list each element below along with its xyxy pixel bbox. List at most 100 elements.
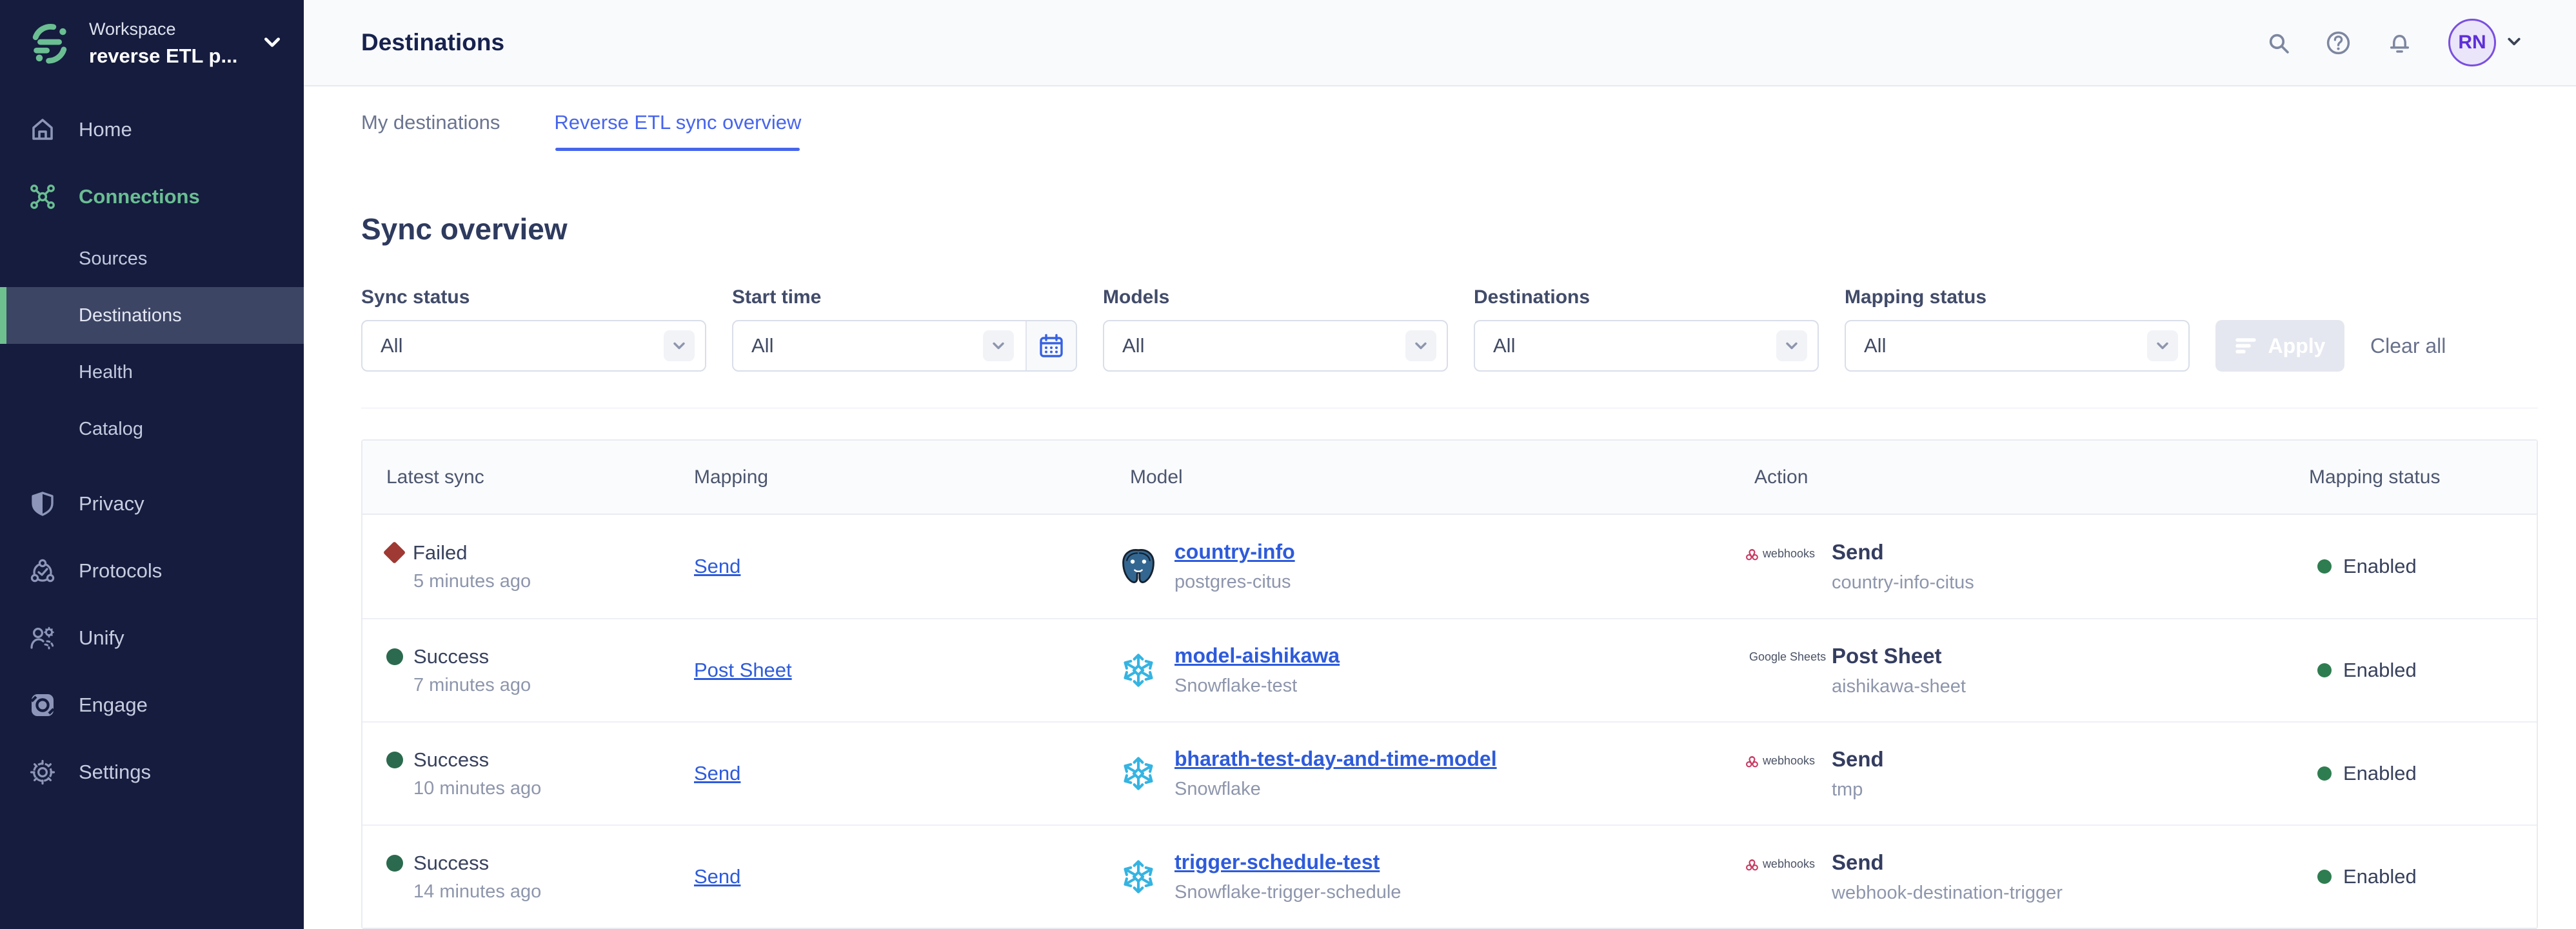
enabled-dot-icon (2317, 766, 2332, 781)
clear-all-link[interactable]: Clear all (2370, 320, 2446, 372)
sync-status-label: Success (413, 852, 489, 875)
model-link[interactable]: bharath-test-day-and-time-model (1174, 747, 1497, 771)
sidebar-item-privacy[interactable]: Privacy (0, 470, 304, 537)
sidebar-nav: Home Connections Sources Destinations He… (0, 96, 304, 806)
enabled-dot-icon (2317, 870, 2332, 884)
sync-status-select[interactable]: All (361, 320, 706, 372)
select-value: All (362, 334, 402, 357)
column-header-mapping: Mapping (689, 466, 1119, 488)
models-select[interactable]: All (1103, 320, 1448, 372)
column-header-model: Model (1119, 466, 1743, 488)
success-status-icon (386, 648, 403, 665)
calendar-icon[interactable] (1025, 321, 1076, 370)
model-link[interactable]: trigger-schedule-test (1174, 850, 1401, 874)
snowflake-icon (1119, 651, 1158, 690)
chevron-down-icon (263, 34, 282, 54)
mapping-link[interactable]: Send (694, 555, 740, 577)
workspace-switcher[interactable]: Workspace reverse ETL p... (0, 0, 304, 68)
mapping-cell: Post Sheet (689, 659, 1119, 682)
filter-start-time: Start time All (732, 286, 1077, 372)
mapping-link[interactable]: Post Sheet (694, 659, 792, 681)
mapping-link[interactable]: Send (694, 762, 740, 784)
filter-label: Sync status (361, 286, 706, 308)
failed-status-icon (383, 541, 406, 564)
main-area: Destinations RN My destinations Reverse … (304, 0, 2576, 929)
sidebar-item-health[interactable]: Health (0, 344, 304, 401)
mapping-status-cell: Enabled (2307, 865, 2537, 888)
help-icon[interactable] (2326, 30, 2351, 55)
sync-time: 7 minutes ago (413, 675, 689, 696)
sidebar-item-engage[interactable]: Engage (0, 672, 304, 739)
action-title: Send (1832, 747, 1884, 772)
latest-sync-cell: Success 14 minutes ago (362, 852, 689, 903)
mapping-status-cell: Enabled (2307, 659, 2537, 682)
brand-label: Google Sheets (1749, 650, 1826, 664)
start-time-select[interactable]: All (732, 320, 1077, 372)
model-source: Snowflake (1174, 779, 1497, 800)
mapping-status-label: Enabled (2343, 865, 2417, 888)
sync-status-label: Failed (413, 541, 467, 564)
content: Sync overview Sync status All Start time… (304, 159, 2576, 929)
sidebar-item-label: Settings (79, 761, 151, 784)
action-cell: webhooks Send webhook-destination-trigge… (1743, 850, 2307, 904)
mapping-status-cell: Enabled (2307, 555, 2537, 578)
sidebar-item-settings[interactable]: Settings (0, 739, 304, 806)
action-cell: Google Sheets Post Sheet aishikawa-sheet (1743, 644, 2307, 697)
apply-label: Apply (2268, 334, 2326, 358)
engage-icon (30, 692, 55, 718)
apply-button[interactable]: Apply (2215, 320, 2344, 372)
avatar[interactable]: RN (2448, 19, 2496, 66)
sidebar-item-label: Catalog (79, 419, 143, 440)
chevron-down-icon (983, 330, 1014, 361)
action-destination: aishikawa-sheet (1832, 676, 1966, 697)
snowflake-icon (1119, 754, 1158, 793)
user-menu[interactable]: RN (2448, 19, 2522, 66)
home-icon (30, 117, 55, 143)
sidebar-item-label: Privacy (79, 492, 144, 515)
table-row: Failed 5 minutes ago Send country-info p… (362, 515, 2537, 618)
filter-destinations: Destinations All (1474, 286, 1819, 372)
header-actions: RN (2267, 19, 2522, 66)
table-row: Success 10 minutes ago Send bharath-test… (362, 721, 2537, 824)
model-cell: trigger-schedule-test Snowflake-trigger-… (1119, 850, 1743, 903)
protocols-icon (30, 559, 55, 583)
filter-bar: Sync status All Start time All Models (361, 286, 2538, 372)
column-header-mapping-status: Mapping status (2307, 466, 2537, 488)
mapping-status-select[interactable]: All (1845, 320, 2190, 372)
column-header-latest-sync: Latest sync (362, 466, 689, 488)
tab-my-destinations[interactable]: My destinations (361, 86, 500, 159)
filter-label: Start time (732, 286, 1077, 308)
success-status-icon (386, 752, 403, 768)
select-value: All (1846, 334, 1886, 357)
tab-reverse-etl-sync-overview[interactable]: Reverse ETL sync overview (554, 86, 801, 159)
destinations-select[interactable]: All (1474, 320, 1819, 372)
person-gear-icon (30, 626, 55, 650)
tab-bar: My destinations Reverse ETL sync overvie… (304, 86, 2576, 159)
sidebar-item-catalog[interactable]: Catalog (0, 401, 304, 457)
mapping-status-label: Enabled (2343, 555, 2417, 578)
action-title: Send (1832, 850, 2063, 875)
sidebar-item-protocols[interactable]: Protocols (0, 537, 304, 604)
mapping-status-label: Enabled (2343, 659, 2417, 682)
model-source: Snowflake-test (1174, 675, 1340, 697)
model-link[interactable]: model-aishikawa (1174, 644, 1340, 668)
sidebar-item-destinations[interactable]: Destinations (0, 287, 304, 344)
sidebar-item-home[interactable]: Home (0, 96, 304, 163)
model-link[interactable]: country-info (1174, 540, 1295, 564)
mapping-link[interactable]: Send (694, 865, 740, 888)
gear-icon (30, 759, 55, 785)
sidebar-item-connections[interactable]: Connections (0, 163, 304, 230)
chevron-down-icon (664, 330, 695, 361)
chevron-down-icon (1776, 330, 1807, 361)
enabled-dot-icon (2317, 559, 2332, 574)
sidebar-item-unify[interactable]: Unify (0, 604, 304, 672)
model-source: postgres-citus (1174, 572, 1295, 593)
mapping-cell: Send (689, 555, 1119, 578)
sidebar-item-label: Connections (79, 185, 200, 208)
sidebar-item-label: Unify (79, 626, 124, 650)
search-icon[interactable] (2267, 32, 2290, 54)
bell-icon[interactable] (2387, 31, 2412, 54)
section-heading: Sync overview (361, 212, 2538, 246)
sidebar-item-label: Sources (79, 248, 147, 270)
sidebar-item-sources[interactable]: Sources (0, 230, 304, 287)
